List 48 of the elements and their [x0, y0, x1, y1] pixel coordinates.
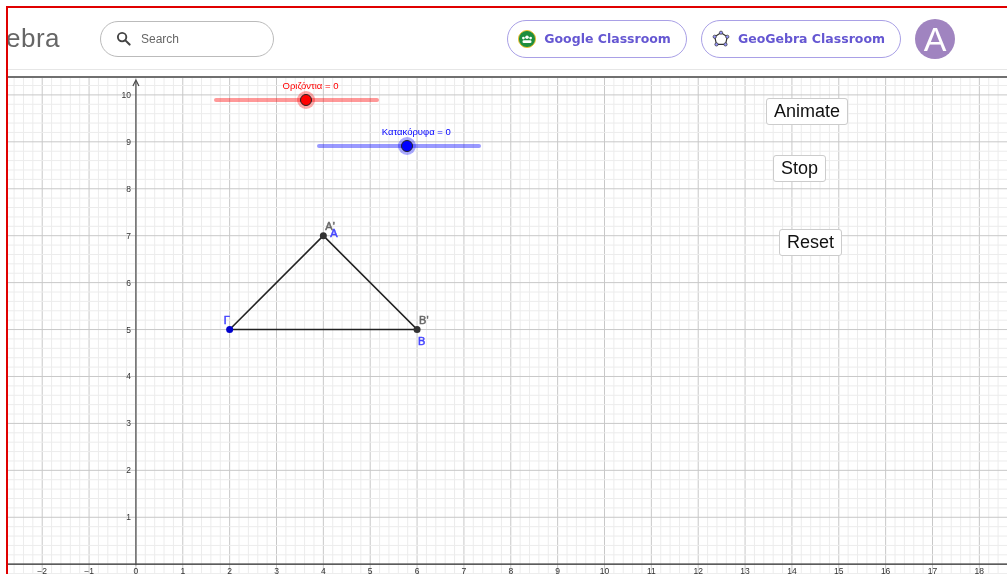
tick-label: 8 — [508, 566, 514, 574]
point[interactable] — [319, 232, 327, 240]
action-button[interactable]: Animate — [766, 98, 849, 125]
point-label: Γ — [223, 313, 230, 326]
tick-label: 6 — [126, 277, 131, 288]
search-icon — [116, 30, 131, 46]
tick-label: 1 — [180, 566, 186, 574]
point[interactable] — [413, 326, 421, 334]
tick-label: 4 — [126, 371, 131, 382]
action-button[interactable]: Reset — [779, 229, 843, 256]
tick-label: 14 — [787, 566, 797, 574]
tick-label: 4 — [321, 566, 326, 574]
search-field[interactable]: Search — [100, 20, 274, 57]
tick-label: 2 — [227, 566, 232, 574]
tick-label: 1 — [126, 512, 131, 523]
tick-label: 16 — [880, 566, 891, 574]
tick-label: 9 — [126, 136, 131, 147]
point-label: B' — [419, 313, 429, 326]
tick-label: 12 — [693, 566, 703, 574]
tick-label: 7 — [126, 230, 131, 241]
tick-label: 11 — [646, 566, 656, 574]
action-button[interactable]: Stop — [773, 155, 827, 182]
tick-label: −1 — [84, 566, 94, 574]
classroom-icon — [518, 29, 537, 48]
tick-label: 13 — [740, 566, 750, 574]
tick-label: 10 — [599, 566, 610, 574]
tick-label: 7 — [461, 566, 467, 574]
point-label: B — [418, 334, 426, 347]
classroom-button[interactable]: Google Classroom — [507, 19, 687, 58]
tick-label: 10 — [121, 89, 131, 100]
tick-label: 6 — [414, 566, 420, 574]
tick-label: 3 — [274, 566, 279, 574]
tick-label: 0 — [133, 566, 139, 574]
tick-label: 5 — [126, 324, 131, 335]
tick-label: 9 — [555, 566, 560, 574]
tick-label: 5 — [367, 566, 373, 574]
pentagon-icon — [711, 29, 730, 48]
tick-label: −2 — [37, 566, 48, 574]
tick-label: 2 — [126, 465, 131, 476]
tick-label: 3 — [126, 418, 131, 429]
point[interactable] — [226, 326, 234, 334]
tick-label: 8 — [126, 183, 131, 194]
tick-label: 17 — [927, 566, 938, 574]
tick-label: 18 — [974, 566, 985, 574]
slider-label: Κατακόρυφα = 0 — [381, 126, 451, 137]
slider-label: Οριζόντια = 0 — [282, 80, 339, 91]
tick-label: 15 — [834, 566, 844, 574]
classroom-button[interactable]: GeoGebra Classroom — [700, 19, 901, 58]
